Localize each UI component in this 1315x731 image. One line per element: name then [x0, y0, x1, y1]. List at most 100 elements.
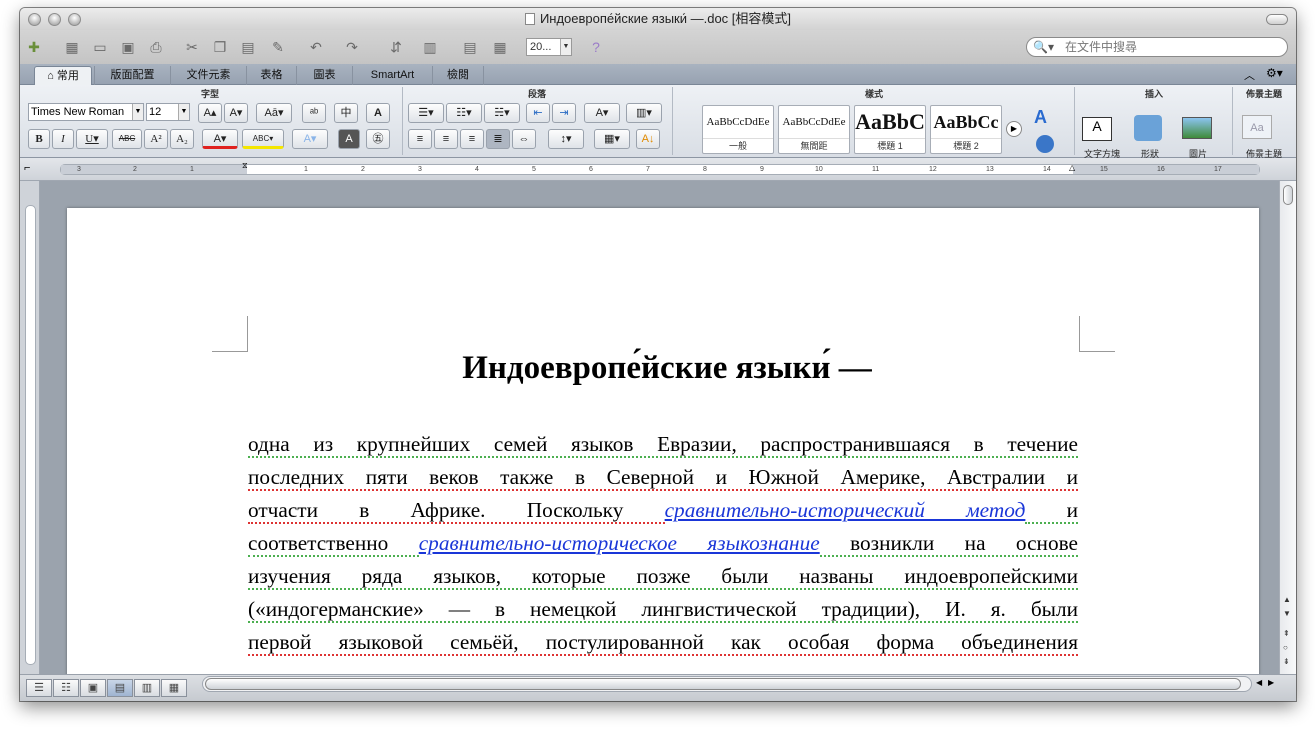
grow-font-button[interactable]: A▴: [198, 103, 222, 123]
decrease-indent-button[interactable]: ⇤: [526, 103, 550, 123]
enclose-characters-icon[interactable]: ㊄: [366, 129, 390, 149]
shapes-icon[interactable]: [1134, 115, 1162, 141]
browse-object-icon[interactable]: ○: [1283, 643, 1288, 652]
phonetic-guide-icon[interactable]: 中: [334, 103, 358, 123]
scroll-down-icon[interactable]: ▼: [1283, 609, 1291, 618]
tab-charts[interactable]: 圖表: [296, 66, 352, 85]
tab-document-elements[interactable]: 文件元素: [170, 66, 246, 85]
save-icon[interactable]: ▣: [118, 37, 138, 57]
templates-icon[interactable]: ▦: [62, 37, 82, 57]
gear-icon[interactable]: ⚙▾: [1266, 66, 1283, 80]
styles-pane-icon[interactable]: [1036, 135, 1054, 153]
print-icon[interactable]: ⎙: [146, 37, 166, 57]
tab-tables[interactable]: 表格: [246, 66, 296, 85]
bold-button[interactable]: B: [28, 129, 50, 149]
horizontal-scrollbar[interactable]: [202, 676, 1252, 692]
chevron-down-icon[interactable]: ▼: [178, 104, 189, 120]
change-case-button[interactable]: Aā▾: [256, 103, 292, 123]
tab-review[interactable]: 檢閱: [432, 66, 484, 85]
character-border-icon[interactable]: A: [366, 103, 390, 123]
spelling-icon[interactable]: ᵃᵇ: [302, 103, 326, 123]
previous-page-icon[interactable]: ⇞: [1283, 629, 1290, 638]
document-title[interactable]: Индоевропе́йские языки́ —: [247, 350, 1087, 387]
help-icon[interactable]: ?: [586, 37, 606, 57]
minimize-window-button[interactable]: [48, 13, 61, 26]
font-size-field[interactable]: 12 ▼: [146, 103, 190, 121]
zoom-field[interactable]: 20... ▼: [526, 38, 572, 56]
zoom-window-button[interactable]: [68, 13, 81, 26]
strikethrough-button[interactable]: ABC: [112, 129, 142, 149]
gallery-icon[interactable]: ▦: [490, 37, 510, 57]
columns-button[interactable]: ▥▾: [626, 103, 662, 123]
multilevel-list-button[interactable]: ☵▾: [484, 103, 520, 123]
right-indent-marker-icon[interactable]: △: [1069, 163, 1075, 172]
open-folder-icon[interactable]: ▭: [90, 37, 110, 57]
cut-icon[interactable]: ✂: [182, 37, 202, 57]
tab-layout[interactable]: 版面配置: [94, 66, 170, 85]
justify-button[interactable]: ≣: [486, 129, 510, 149]
format-painter-icon[interactable]: ✎: [268, 37, 288, 57]
link-comparative-linguistics[interactable]: сравнительно-историческое языкознание: [419, 531, 820, 555]
tab-smartart[interactable]: SmartArt: [352, 66, 432, 85]
indent-marker-icon[interactable]: ⧖: [242, 161, 248, 171]
font-name-field[interactable]: Times New Roman ▼: [28, 103, 144, 121]
draft-view-button[interactable]: ☰: [26, 679, 52, 697]
scroll-left-icon[interactable]: ◀: [1256, 678, 1262, 687]
chevron-down-icon[interactable]: ▼: [132, 104, 143, 120]
character-shading-icon[interactable]: A: [338, 129, 360, 149]
print-layout-view-button[interactable]: ▤: [107, 679, 133, 697]
style-heading-2[interactable]: AaBbCc 標題 2: [930, 105, 1002, 154]
style-no-spacing[interactable]: AaBbCcDdEe 無間距: [778, 105, 850, 154]
paste-icon[interactable]: ▤: [238, 37, 258, 57]
distributed-button[interactable]: ⇔: [512, 129, 536, 149]
line-spacing-button[interactable]: ↕▾: [548, 129, 584, 149]
borders-button[interactable]: ▦▾: [594, 129, 630, 149]
outline-view-button[interactable]: ☷: [53, 679, 79, 697]
close-window-button[interactable]: [28, 13, 41, 26]
tab-home[interactable]: ⌂ 常用: [34, 66, 92, 85]
underline-button[interactable]: U▾: [76, 129, 108, 149]
vertical-scrollbar[interactable]: ▲ ▼ ⇞ ○ ⇟: [1279, 181, 1296, 674]
style-normal[interactable]: AaBbCcDdEe 一般: [702, 105, 774, 154]
text-box-icon[interactable]: A: [1082, 117, 1112, 141]
text-effects-button[interactable]: A▾: [292, 129, 328, 149]
align-left-button[interactable]: ≡: [408, 129, 432, 149]
subscript-button[interactable]: A₂: [170, 129, 194, 149]
publishing-view-button[interactable]: ▣: [80, 679, 106, 697]
horizontal-scroll-thumb[interactable]: [205, 678, 1241, 690]
italic-button[interactable]: I: [52, 129, 74, 149]
font-color-button[interactable]: A▾: [202, 129, 238, 149]
redo-icon[interactable]: ↷: [342, 37, 362, 57]
text-direction-button[interactable]: A▾: [584, 103, 620, 123]
align-right-button[interactable]: ≡: [460, 129, 484, 149]
increase-indent-button[interactable]: ⇥: [552, 103, 576, 123]
style-heading-1[interactable]: AaBbC 標題 1: [854, 105, 926, 154]
new-document-icon[interactable]: ✚: [24, 37, 44, 57]
sort-icon[interactable]: ⇵: [386, 37, 406, 57]
shrink-font-button[interactable]: A▾: [224, 103, 248, 123]
chevron-right-icon[interactable]: ▶: [1006, 121, 1022, 137]
notebook-view-button[interactable]: ▥: [134, 679, 160, 697]
superscript-button[interactable]: A²: [144, 129, 168, 149]
highlight-button[interactable]: ABC▾: [242, 129, 284, 149]
toolbox-icon[interactable]: ▤: [460, 37, 480, 57]
scroll-up-icon[interactable]: ▲: [1283, 595, 1291, 604]
bullets-button[interactable]: ☰▾: [408, 103, 444, 123]
numbering-button[interactable]: ☷▾: [446, 103, 482, 123]
collapse-ribbon-icon[interactable]: ︿: [1244, 67, 1255, 83]
themes-icon[interactable]: Aa: [1242, 115, 1272, 139]
sidebar-toggle-icon[interactable]: ▥: [420, 37, 440, 57]
next-page-icon[interactable]: ⇟: [1283, 657, 1290, 666]
tab-selector-icon[interactable]: ⌐: [24, 162, 30, 174]
align-center-button[interactable]: ≡: [434, 129, 458, 149]
zoom-dropdown-icon[interactable]: ▼: [560, 39, 571, 55]
document-area[interactable]: Индоевропе́йские языки́ — одна из крупне…: [40, 181, 1279, 674]
full-screen-view-button[interactable]: ▦: [161, 679, 187, 697]
search-input[interactable]: 🔍▾ 在文件中搜尋: [1026, 37, 1288, 57]
scroll-right-icon[interactable]: ▶: [1268, 678, 1274, 687]
copy-icon[interactable]: ❐: [210, 37, 230, 57]
picture-icon[interactable]: [1182, 117, 1212, 139]
undo-icon[interactable]: ↶: [306, 37, 326, 57]
link-comparative-method[interactable]: сравнительно-исторический метод: [665, 498, 1026, 522]
sort-paragraph-icon[interactable]: A↓: [636, 129, 660, 149]
